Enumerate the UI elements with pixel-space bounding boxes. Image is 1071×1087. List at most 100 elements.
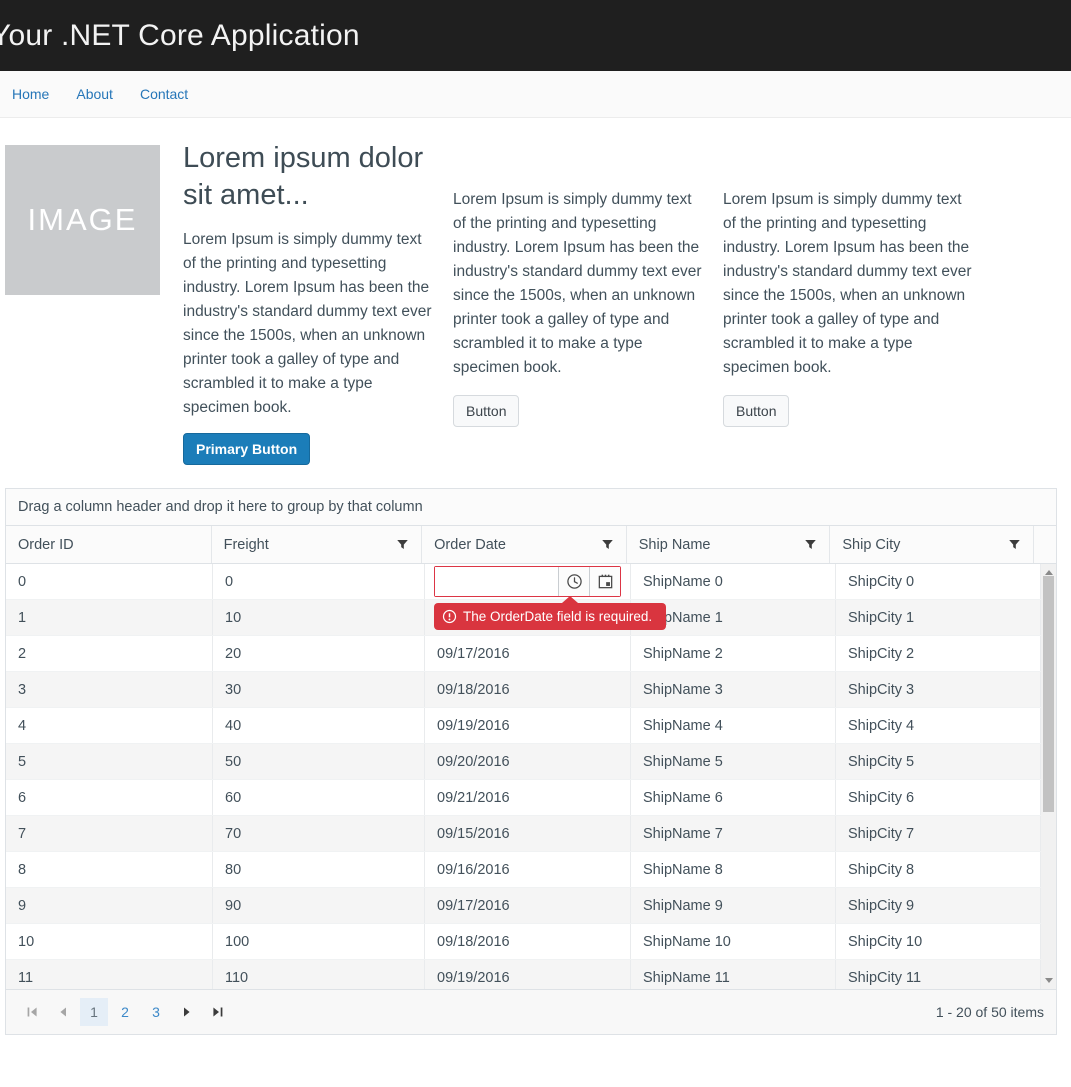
table-cell-order-id[interactable]: 6 <box>6 780 213 815</box>
table-cell-freight[interactable]: 10 <box>213 600 425 635</box>
pager-first-button[interactable] <box>18 998 46 1026</box>
table-cell-ship-name[interactable]: ShipName 2 <box>631 636 836 671</box>
secondary-button-1[interactable]: Button <box>453 395 519 427</box>
table-cell-ship-city[interactable]: ShipCity 5 <box>836 744 1041 779</box>
table-cell-order-id[interactable]: 7 <box>6 816 213 851</box>
table-row[interactable]: 55009/20/2016ShipName 5ShipCity 5 <box>6 744 1041 780</box>
table-cell-order-date[interactable]: 09/18/2016 <box>425 672 631 707</box>
secondary-button-2[interactable]: Button <box>723 395 789 427</box>
grid-vertical-scrollbar[interactable] <box>1041 564 1056 989</box>
column-header-freight[interactable]: Freight <box>212 526 423 563</box>
table-row[interactable]: 66009/21/2016ShipName 6ShipCity 6 <box>6 780 1041 816</box>
pager-prev-button[interactable] <box>49 998 77 1026</box>
table-cell-freight[interactable]: 50 <box>213 744 425 779</box>
table-cell-order-id[interactable]: 5 <box>6 744 213 779</box>
table-cell-ship-name[interactable]: ShipName 10 <box>631 924 836 959</box>
table-cell-order-date[interactable]: 09/16/2016 <box>425 852 631 887</box>
table-cell-order-date[interactable]: 09/19/2016 <box>425 708 631 743</box>
table-cell-freight[interactable]: 60 <box>213 780 425 815</box>
table-row[interactable]: 22009/17/2016ShipName 2ShipCity 2 <box>6 636 1041 672</box>
table-cell-ship-city[interactable]: ShipCity 3 <box>836 672 1041 707</box>
table-cell-ship-name[interactable]: ShipName 11 <box>631 960 836 989</box>
table-cell-ship-name[interactable]: ShipName 8 <box>631 852 836 887</box>
table-cell-ship-city[interactable]: ShipCity 1 <box>836 600 1041 635</box>
filter-icon[interactable] <box>394 536 411 553</box>
table-cell-ship-name[interactable]: ShipName 3 <box>631 672 836 707</box>
table-cell-order-date[interactable]: 09/15/2016 <box>425 816 631 851</box>
scrollbar-thumb[interactable] <box>1043 576 1054 812</box>
table-cell-freight[interactable]: 30 <box>213 672 425 707</box>
table-cell-order-date[interactable]: 09/17/2016 <box>425 888 631 923</box>
pager-page-2[interactable]: 2 <box>111 998 139 1026</box>
table-row[interactable]: 77009/15/2016ShipName 7ShipCity 7 <box>6 816 1041 852</box>
table-cell-freight[interactable]: 20 <box>213 636 425 671</box>
table-row[interactable]: 1111009/19/2016ShipName 11ShipCity 11 <box>6 960 1041 989</box>
table-cell-order-id[interactable]: 0 <box>6 564 213 599</box>
order-date-input[interactable] <box>435 567 558 596</box>
table-cell-ship-city[interactable]: ShipCity 11 <box>836 960 1041 989</box>
table-cell-order-id[interactable]: 3 <box>6 672 213 707</box>
table-row[interactable]: 33009/18/2016ShipName 3ShipCity 3 <box>6 672 1041 708</box>
nav-item-home[interactable]: Home <box>12 86 49 102</box>
time-picker-button[interactable] <box>558 567 589 596</box>
filter-icon[interactable] <box>599 536 616 553</box>
grid-group-panel[interactable]: Drag a column header and drop it here to… <box>6 489 1056 526</box>
column-title: Ship City <box>842 537 900 553</box>
table-cell-ship-name[interactable]: ShipName 4 <box>631 708 836 743</box>
table-cell-freight[interactable]: 70 <box>213 816 425 851</box>
table-cell-ship-city[interactable]: ShipCity 9 <box>836 888 1041 923</box>
table-cell-freight[interactable]: 80 <box>213 852 425 887</box>
table-cell-freight[interactable]: 0 <box>213 564 425 599</box>
scroll-down-arrow-icon[interactable] <box>1041 973 1056 988</box>
nav-item-about[interactable]: About <box>76 86 113 102</box>
table-cell-freight[interactable]: 110 <box>213 960 425 989</box>
table-cell-ship-name[interactable]: ShipName 9 <box>631 888 836 923</box>
table-cell-ship-city[interactable]: ShipCity 10 <box>836 924 1041 959</box>
table-cell-freight[interactable]: 40 <box>213 708 425 743</box>
pager-next-button[interactable] <box>173 998 201 1026</box>
column-header-order-date[interactable]: Order Date <box>422 526 627 563</box>
text-column-1: Lorem Ipsum is simply dummy text of the … <box>453 188 705 427</box>
filter-icon[interactable] <box>1006 536 1023 553</box>
table-cell-ship-city[interactable]: ShipCity 6 <box>836 780 1041 815</box>
table-cell-ship-name[interactable]: ShipName 0 <box>631 564 836 599</box>
table-cell-ship-city[interactable]: ShipCity 7 <box>836 816 1041 851</box>
column-header-ship-city[interactable]: Ship City <box>830 526 1034 563</box>
table-cell-ship-name[interactable]: ShipName 6 <box>631 780 836 815</box>
table-cell-order-id[interactable]: 11 <box>6 960 213 989</box>
table-row[interactable]: 88009/16/2016ShipName 8ShipCity 8 <box>6 852 1041 888</box>
table-cell-freight[interactable]: 90 <box>213 888 425 923</box>
table-cell-ship-city[interactable]: ShipCity 2 <box>836 636 1041 671</box>
column-header-ship-name[interactable]: Ship Name <box>627 526 831 563</box>
table-cell-ship-city[interactable]: ShipCity 4 <box>836 708 1041 743</box>
table-cell-order-date[interactable]: 09/18/2016 <box>425 924 631 959</box>
table-cell-order-id[interactable]: 2 <box>6 636 213 671</box>
nav-item-contact[interactable]: Contact <box>140 86 188 102</box>
table-cell-ship-name[interactable]: ShipName 5 <box>631 744 836 779</box>
table-cell-ship-name[interactable]: ShipName 7 <box>631 816 836 851</box>
column-header-order-id[interactable]: Order ID <box>6 526 212 563</box>
table-cell-order-id[interactable]: 9 <box>6 888 213 923</box>
table-cell-order-date[interactable]: 09/20/2016 <box>425 744 631 779</box>
table-cell-order-id[interactable]: 4 <box>6 708 213 743</box>
table-cell-order-date[interactable]: 09/19/2016 <box>425 960 631 989</box>
order-date-editor <box>434 566 621 597</box>
date-picker-button[interactable] <box>589 567 620 596</box>
table-row[interactable]: 99009/17/2016ShipName 9ShipCity 9 <box>6 888 1041 924</box>
table-cell-order-date[interactable]: 09/17/2016 <box>425 636 631 671</box>
table-row[interactable]: 1010009/18/2016ShipName 10ShipCity 10 <box>6 924 1041 960</box>
table-row[interactable]: 44009/19/2016ShipName 4ShipCity 4 <box>6 708 1041 744</box>
filter-icon[interactable] <box>802 536 819 553</box>
table-cell-freight[interactable]: 100 <box>213 924 425 959</box>
table-cell-order-date[interactable]: 09/21/2016 <box>425 780 631 815</box>
pager-page-1[interactable]: 1 <box>80 998 108 1026</box>
pager-page-3[interactable]: 3 <box>142 998 170 1026</box>
column-title: Order ID <box>18 537 74 553</box>
table-cell-ship-city[interactable]: ShipCity 8 <box>836 852 1041 887</box>
table-cell-order-id[interactable]: 8 <box>6 852 213 887</box>
table-cell-order-id[interactable]: 1 <box>6 600 213 635</box>
primary-button[interactable]: Primary Button <box>183 433 310 465</box>
table-cell-order-id[interactable]: 10 <box>6 924 213 959</box>
table-cell-ship-city[interactable]: ShipCity 0 <box>836 564 1041 599</box>
pager-last-button[interactable] <box>204 998 232 1026</box>
